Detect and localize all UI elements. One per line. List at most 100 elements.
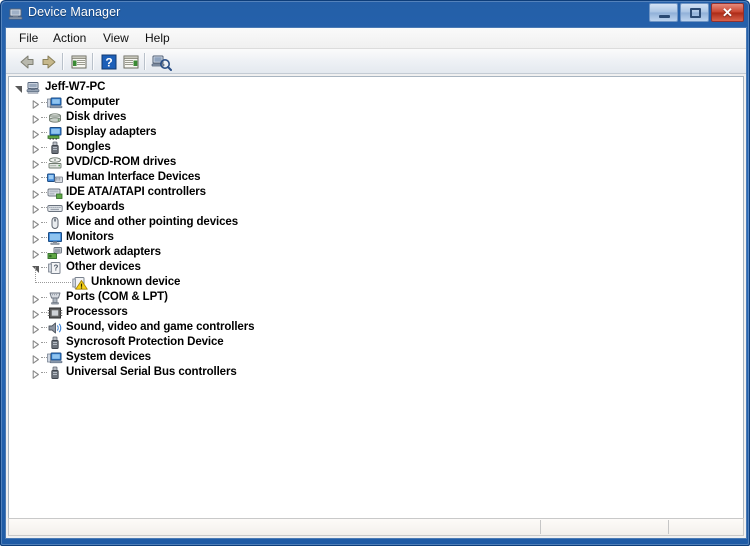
tree-node-label: Other devices	[66, 261, 141, 273]
svg-text:?: ?	[105, 56, 112, 70]
tree-node[interactable]: Universal Serial Bus controllers	[9, 365, 743, 380]
tree-node[interactable]: DVD/CD-ROM drives	[9, 155, 743, 170]
tree-node[interactable]: Computer	[9, 95, 743, 110]
device-tree[interactable]: Jeff-W7-PC Computer Disk drives Display ada…	[8, 76, 744, 536]
tree-node-label: Mice and other pointing devices	[66, 216, 238, 228]
tree-node[interactable]: IDE ATA/ATAPI controllers	[9, 185, 743, 200]
tree-node[interactable]: Processors	[9, 305, 743, 320]
expander-expand-icon[interactable]	[31, 294, 40, 304]
dvd-drive-icon	[47, 156, 63, 170]
status-divider	[668, 520, 669, 534]
tree-node[interactable]: Syncrosoft Protection Device	[9, 335, 743, 350]
expander-expand-icon[interactable]	[31, 354, 40, 364]
tree-node[interactable]: Disk drives	[9, 110, 743, 125]
minimize-button[interactable]	[649, 3, 678, 22]
tree-node[interactable]: Ports (COM & LPT)	[9, 290, 743, 305]
tree-node-label: Dongles	[66, 141, 111, 153]
back-button[interactable]	[16, 52, 38, 72]
expander-expand-icon[interactable]	[31, 324, 40, 334]
maximize-button[interactable]	[680, 3, 709, 22]
tree-node-label: Processors	[66, 306, 128, 318]
menu-item-view[interactable]: View	[96, 30, 136, 47]
other-devices-icon: ?	[47, 261, 63, 275]
keyboard-icon	[47, 201, 63, 215]
expander-expand-icon[interactable]	[31, 234, 40, 244]
display-adapter-icon	[47, 126, 63, 140]
properties-button[interactable]	[68, 52, 90, 72]
expander-expand-icon[interactable]	[31, 144, 40, 154]
menu-item-action[interactable]: Action	[46, 30, 93, 47]
tree-node-label: Computer	[66, 96, 120, 108]
computer-icon	[47, 96, 63, 110]
monitor-icon	[47, 231, 63, 245]
scan-hardware-changes-button[interactable]	[150, 52, 172, 72]
expander-expand-icon[interactable]	[31, 369, 40, 379]
svg-text:?: ?	[54, 264, 59, 273]
tree-node-label: Display adapters	[66, 126, 157, 138]
tree-node-label: DVD/CD-ROM drives	[66, 156, 177, 168]
tree-node-label: Keyboards	[66, 201, 125, 213]
expander-expand-icon[interactable]	[31, 339, 40, 349]
tree-node[interactable]: Dongles	[9, 140, 743, 155]
tree-node-label: Universal Serial Bus controllers	[66, 366, 237, 378]
tree-node[interactable]: Display adapters	[9, 125, 743, 140]
toolbar: ?	[6, 49, 746, 74]
expander-expand-icon[interactable]	[31, 114, 40, 124]
tree-node-label: Monitors	[66, 231, 114, 243]
toolbar-separator	[144, 53, 146, 70]
usb-controller-icon	[47, 366, 63, 380]
expander-expand-icon[interactable]	[31, 174, 40, 184]
tree-node[interactable]: Network adapters	[9, 245, 743, 260]
title-bar[interactable]: Device Manager ✕	[1, 1, 750, 27]
toolbar-separator	[62, 53, 64, 70]
tree-node[interactable]: Mice and other pointing devices	[9, 215, 743, 230]
tree-node[interactable]: Keyboards	[9, 200, 743, 215]
expander-expand-icon[interactable]	[31, 219, 40, 229]
menu-item-file[interactable]: File	[12, 30, 45, 47]
sound-controller-icon	[47, 321, 63, 335]
expander-expand-icon[interactable]	[31, 204, 40, 214]
tree-root-node[interactable]: Jeff-W7-PC	[9, 80, 743, 95]
update-driver-button[interactable]	[120, 52, 142, 72]
tree-node[interactable]: ? Other devices	[9, 260, 743, 275]
menu-bar: File Action View Help	[6, 28, 746, 49]
tree-node[interactable]: Unknown device	[9, 267, 743, 290]
tree-node[interactable]: Monitors	[9, 230, 743, 245]
expander-expand-icon[interactable]	[31, 309, 40, 319]
expander-expand-icon[interactable]	[31, 189, 40, 199]
tree-node-label: Disk drives	[66, 111, 127, 123]
tree-node-label: Network adapters	[66, 246, 161, 258]
hid-icon	[47, 171, 63, 185]
forward-button[interactable]	[38, 52, 60, 72]
tree-node-label: Syncrosoft Protection Device	[66, 336, 224, 348]
dongle-icon	[47, 141, 63, 155]
expander-expand-icon[interactable]	[31, 99, 40, 109]
menu-item-help[interactable]: Help	[138, 30, 177, 47]
tree-node[interactable]: Sound, video and game controllers	[9, 320, 743, 335]
help-button[interactable]: ?	[98, 52, 120, 72]
unknown-device-icon	[72, 276, 88, 290]
tree-node[interactable]: Human Interface Devices	[9, 170, 743, 185]
tree-node-label: Sound, video and game controllers	[66, 321, 255, 333]
tree-node-label: Jeff-W7-PC	[45, 81, 106, 93]
ide-controller-icon	[47, 186, 63, 200]
tree-node-label: IDE ATA/ATAPI controllers	[66, 186, 206, 198]
tree-node-label: Human Interface Devices	[66, 171, 201, 183]
tree-node-label: System devices	[66, 351, 151, 363]
processor-icon	[47, 306, 63, 320]
tree-node[interactable]: System devices	[9, 350, 743, 365]
device-manager-icon	[8, 6, 24, 22]
expander-expand-icon[interactable]	[31, 249, 40, 259]
network-adapter-icon	[47, 246, 63, 260]
tree-connector	[35, 267, 36, 283]
system-device-icon	[47, 351, 63, 365]
expander-collapse-icon[interactable]	[14, 84, 23, 93]
computer-root-icon	[26, 81, 42, 95]
dongle-icon	[47, 336, 63, 350]
tree-connector	[35, 282, 71, 283]
expander-expand-icon[interactable]	[31, 129, 40, 139]
window-title: Device Manager	[28, 5, 121, 19]
status-divider	[540, 520, 541, 534]
expander-expand-icon[interactable]	[31, 159, 40, 169]
close-button[interactable]: ✕	[711, 3, 744, 22]
